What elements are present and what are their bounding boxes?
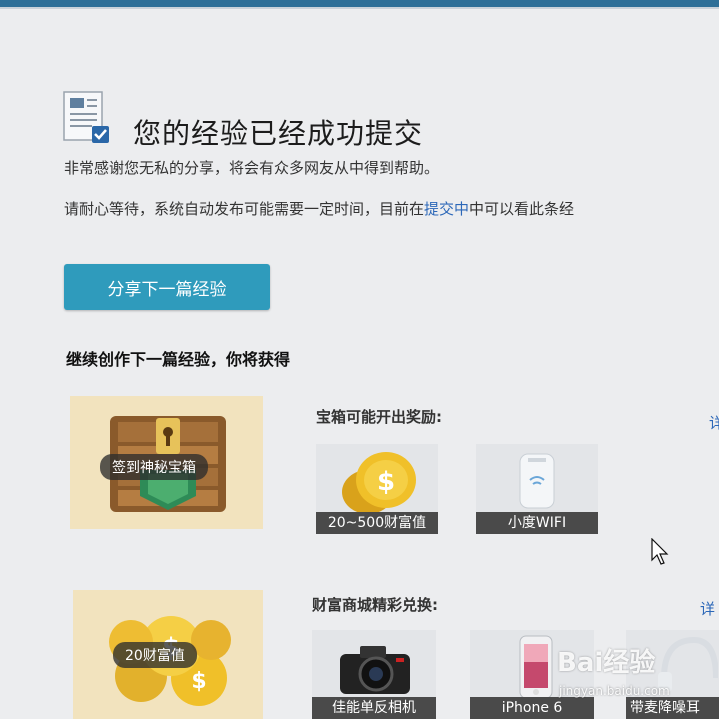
coin-icon: $ [342,452,416,514]
submitting-link[interactable]: 提交中 [424,200,469,218]
reward-wifi-label: 小度WIFI [476,512,598,534]
page-title: 您的经验已经成功提交 [133,117,424,150]
mall-exchange-title: 财富商城精彩兑换: [312,596,438,614]
reward-camera-tile[interactable]: 佳能单反相机 [312,630,436,719]
wait-message: 请耐心等待，系统自动发布可能需要一定时间，目前在提交中中可以看此条经 [64,198,719,219]
wait-message-prefix: 请耐心等待，系统自动发布可能需要一定时间，目前在 [64,200,425,218]
continue-heading: 继续创作下一篇经验，你将获得 [66,350,291,369]
phone-icon [519,635,553,699]
share-next-button[interactable]: 分享下一篇经验 [64,264,270,310]
top-nav-bar [0,0,719,7]
svg-text:$: $ [191,669,206,694]
wealth-card-label: 20财富值 [113,642,197,668]
treasure-chest-label: 签到神秘宝箱 [100,454,208,480]
wifi-dongle-icon [519,453,555,509]
treasure-chest-card[interactable]: 签到神秘宝箱 [70,396,263,529]
watermark-url: jingyan.baidu.com [559,684,670,698]
wait-message-suffix: 中可以看此条经 [469,200,575,218]
reward-coins-tile[interactable]: $ 20~500财富值 [316,444,438,534]
watermark-brand: Bai经验 [557,648,656,678]
document-check-icon [63,91,109,143]
chest-rewards-title: 宝箱可能开出奖励: [316,408,442,426]
svg-text:$: $ [377,467,395,497]
baidu-jingyan-watermark: Bai经验 jingyan.baidu.com [553,640,719,719]
chest-rewards-more-link[interactable]: 详 [709,412,719,433]
mouse-cursor-icon [651,538,669,565]
camera-icon [340,646,410,694]
thanks-message: 非常感谢您无私的分享，将会有众多网友从中得到帮助。 [64,159,440,177]
top-divider [0,7,719,9]
reward-wifi-tile[interactable]: 小度WIFI [476,444,598,534]
reward-coins-label: 20~500财富值 [316,512,438,534]
mall-exchange-more-link[interactable]: 详 [700,598,715,619]
reward-camera-label: 佳能单反相机 [312,697,436,719]
wealth-card[interactable]: $ $ 20财富值 [73,590,263,719]
